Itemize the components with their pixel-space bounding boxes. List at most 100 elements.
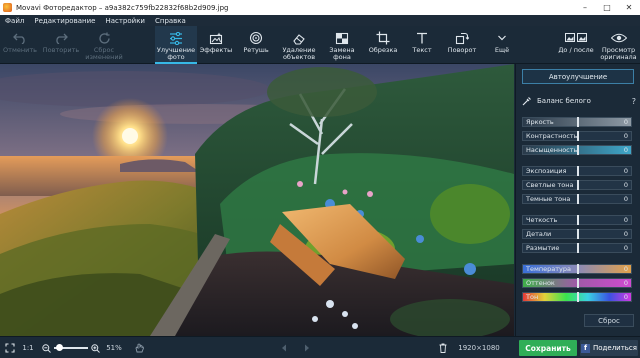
slider-value: 0 (623, 118, 628, 126)
slider-9[interactable]: Температура 0 (522, 264, 632, 274)
help-icon[interactable]: ? (632, 97, 636, 106)
adjustments-panel: Автоулучшение Баланс белого ? Яркость 0 Ко… (515, 64, 640, 336)
main-toolbar: Отменить Повторить Сброс изменений Улучш… (0, 26, 640, 64)
sliders-icon (155, 29, 197, 47)
tab-text[interactable]: Текст (403, 26, 441, 64)
share-button[interactable]: f Поделиться (580, 340, 638, 356)
title-bar: Movavi Фоторедактор – a9a382c759fb22832f… (0, 0, 640, 15)
slider-8[interactable]: Размытие 0 (522, 243, 632, 253)
slider-7[interactable]: Детали 0 (522, 229, 632, 239)
rotate-icon (441, 29, 483, 47)
image-dimensions: 1920×1080 (458, 344, 500, 352)
slider-knob[interactable] (577, 278, 579, 288)
slider-knob[interactable] (577, 292, 579, 302)
image-canvas[interactable] (0, 64, 514, 336)
text-label: Текст (412, 46, 432, 54)
slider-value: 0 (623, 216, 628, 224)
menu-edit[interactable]: Редактирование (34, 17, 95, 25)
slider-label: Яркость (526, 118, 554, 126)
slider-6[interactable]: Четкость 0 (522, 215, 632, 225)
slider-value: 0 (623, 279, 628, 287)
slider-11[interactable]: Тон 0 (522, 292, 632, 302)
slider-0[interactable]: Яркость 0 (522, 117, 632, 127)
slider-10[interactable]: Оттенок 0 (522, 278, 632, 288)
enhance-label-2: фото (167, 53, 185, 61)
eyedropper-icon[interactable] (522, 96, 532, 106)
reset-changes-button[interactable]: Сброс изменений (82, 26, 126, 64)
white-balance-row: Баланс белого ? (522, 95, 636, 107)
actual-size-button[interactable]: 1:1 (20, 337, 36, 358)
slider-knob[interactable] (577, 117, 579, 127)
redo-label: Повторить (42, 46, 80, 54)
redo-button[interactable]: Повторить (40, 26, 82, 64)
more-tools-button[interactable]: Ещё (489, 26, 515, 64)
view-original-button[interactable]: Просмотр оригинала (597, 26, 640, 64)
bottom-bar: 1:1 51% 1920×1080 Сохранить f Поделиться (0, 336, 640, 358)
save-button[interactable]: Сохранить (519, 340, 577, 356)
rotate-label: Поворот (447, 46, 477, 54)
slider-1[interactable]: Контрастность 0 (522, 131, 632, 141)
undo-icon (0, 29, 40, 47)
slider-knob[interactable] (577, 180, 579, 190)
zoom-out-icon[interactable] (40, 337, 52, 358)
retouch-label: Ретушь (243, 46, 269, 54)
slider-knob[interactable] (577, 243, 579, 253)
previous-image-icon[interactable] (278, 337, 290, 358)
slider-knob[interactable] (577, 229, 579, 239)
zoom-slider[interactable] (54, 337, 88, 358)
maximize-button[interactable]: □ (596, 0, 618, 15)
next-image-icon[interactable] (301, 337, 313, 358)
slider-label: Темные тона (526, 195, 571, 203)
effects-label: Эффекты (199, 46, 233, 54)
tab-replace-background[interactable]: Замена фона (321, 26, 363, 64)
delete-trash-icon[interactable] (437, 337, 449, 358)
zoom-level: 51% (106, 344, 122, 352)
before-after-button[interactable]: До / после (556, 26, 596, 64)
menu-help[interactable]: Справка (155, 17, 186, 25)
slider-label: Четкость (526, 216, 558, 224)
fit-screen-button[interactable] (3, 337, 17, 358)
window-title: Movavi Фоторедактор – a9a382c759fb22832f… (16, 3, 229, 12)
tab-remove-objects[interactable]: Удаление объектов (277, 26, 321, 64)
retouch-icon (235, 29, 277, 47)
slider-knob[interactable] (577, 194, 579, 204)
menu-file[interactable]: Файл (5, 17, 24, 25)
photo-editor-window: Movavi Фоторедактор – a9a382c759fb22832f… (0, 0, 640, 358)
slider-knob[interactable] (577, 145, 579, 155)
slider-value: 0 (623, 195, 628, 203)
menu-bar: Файл Редактирование Настройки Справка (0, 15, 640, 26)
undo-button[interactable]: Отменить (0, 26, 40, 64)
close-button[interactable]: ✕ (618, 0, 640, 15)
tab-rotate[interactable]: Поворот (441, 26, 483, 64)
tab-enhance-photo[interactable]: Улучшение фото (155, 26, 197, 64)
minimize-button[interactable]: – (574, 0, 596, 15)
tab-effects[interactable]: Эффекты (197, 26, 235, 64)
slider-value: 0 (623, 293, 628, 301)
background-replace-icon (321, 29, 363, 47)
menu-settings[interactable]: Настройки (105, 17, 145, 25)
slider-knob[interactable] (577, 131, 579, 141)
auto-enhance-button[interactable]: Автоулучшение (522, 69, 634, 84)
zoom-slider-knob[interactable] (56, 344, 63, 351)
reset-button[interactable]: Сброс (584, 314, 634, 327)
slider-knob[interactable] (577, 166, 579, 176)
slider-4[interactable]: Светлые тона 0 (522, 180, 632, 190)
slider-label: Температура (526, 265, 571, 273)
tab-retouch[interactable]: Ретушь (235, 26, 277, 64)
slider-label: Контрастность (526, 132, 578, 140)
slider-knob[interactable] (577, 215, 579, 225)
chevron-down-icon (489, 29, 515, 47)
tab-crop[interactable]: Обрезка (363, 26, 403, 64)
reset-label-2: изменений (85, 53, 123, 61)
slider-2[interactable]: Насыщенность 0 (522, 145, 632, 155)
more-label: Ещё (494, 46, 510, 54)
slider-label: Экспозиция (526, 167, 567, 175)
app-logo-icon (3, 3, 12, 12)
hand-tool-icon[interactable] (132, 337, 146, 358)
slider-3[interactable]: Экспозиция 0 (522, 166, 632, 176)
zoom-in-icon[interactable] (89, 337, 101, 358)
slider-knob[interactable] (577, 264, 579, 274)
redo-icon (40, 29, 82, 47)
slider-5[interactable]: Темные тона 0 (522, 194, 632, 204)
share-label: Поделиться (593, 344, 637, 352)
